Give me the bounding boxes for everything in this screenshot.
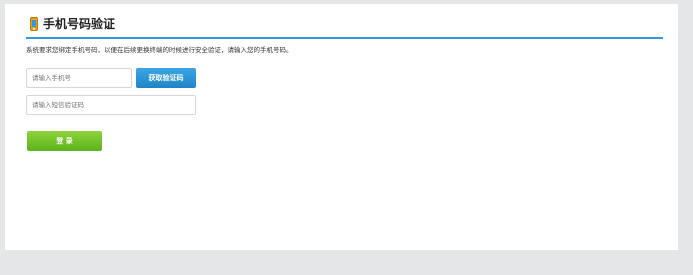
panel-header: 手机号码验证 bbox=[26, 16, 663, 39]
sms-code-input[interactable] bbox=[26, 95, 196, 115]
page-scrollbar[interactable] bbox=[683, 0, 693, 275]
phone-number-input[interactable] bbox=[26, 68, 132, 88]
get-verification-code-button[interactable]: 获取验证码 bbox=[136, 68, 196, 88]
description-text: 系统要求您绑定手机号码，以便在后续更换终端的时候进行安全验证，请输入您的手机号码… bbox=[26, 46, 293, 54]
mobile-phone-icon bbox=[30, 17, 38, 31]
login-button[interactable]: 登 录 bbox=[27, 131, 102, 151]
phone-home-dot bbox=[33, 28, 35, 30]
verification-panel: 手机号码验证 系统要求您绑定手机号码，以便在后续更换终端的时候进行安全验证，请输… bbox=[5, 4, 678, 250]
phone-screen bbox=[32, 20, 36, 27]
page-title: 手机号码验证 bbox=[43, 17, 116, 31]
